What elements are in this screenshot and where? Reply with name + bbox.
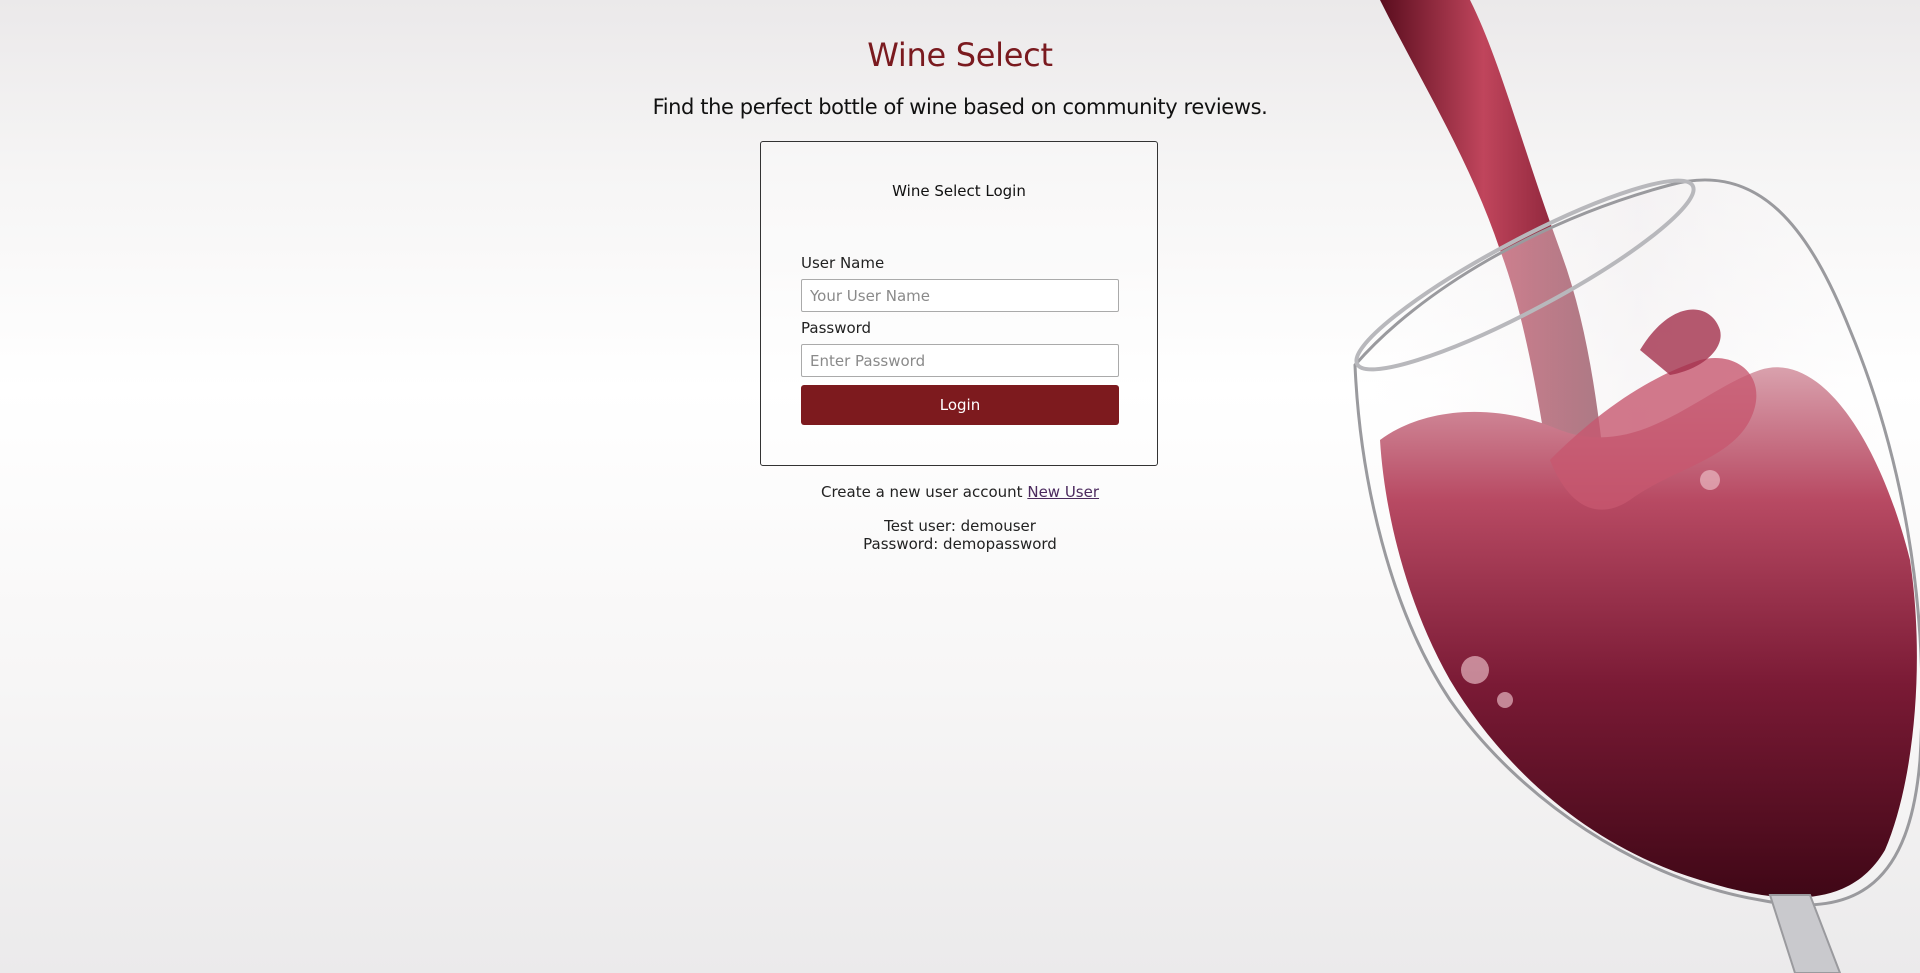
new-user-line: Create a new user account New User <box>0 483 1920 501</box>
new-user-prompt: Create a new user account <box>820 483 1023 501</box>
app-title: Wine Select <box>867 36 1053 74</box>
demo-user-text: Test user: demouser <box>884 517 1036 535</box>
tagline: Find the perfect bottle of wine based on… <box>652 95 1268 119</box>
login-card-title: Wine Select Login <box>892 182 1026 200</box>
login-button[interactable]: Login <box>801 385 1119 425</box>
demo-password-text: Password: demopassword <box>863 535 1057 553</box>
demo-credentials: Test user: demouser Password: demopasswo… <box>0 517 1920 553</box>
password-label: Password <box>801 319 872 337</box>
new-user-link[interactable]: New User <box>1027 483 1099 501</box>
password-input[interactable] <box>801 344 1119 377</box>
login-card: Wine Select Login User Name Password Log… <box>760 141 1158 466</box>
username-label: User Name <box>801 254 885 272</box>
username-input[interactable] <box>801 279 1119 312</box>
